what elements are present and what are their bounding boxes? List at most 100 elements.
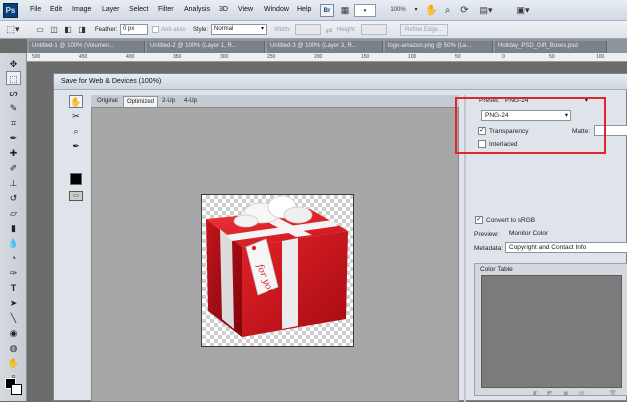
metadata-select[interactable]: Copyright and Contact Info xyxy=(505,242,627,253)
mini-bridge-icon[interactable]: ▦ xyxy=(338,4,352,17)
new-selection-icon[interactable]: ▭ xyxy=(34,23,46,36)
tab-2-up[interactable]: 2-Up xyxy=(159,96,178,107)
ruler-tick: 250 xyxy=(267,54,276,60)
slice-select-icon[interactable]: ✂ xyxy=(69,110,83,123)
3d-rotate-icon[interactable]: ◉ xyxy=(6,326,21,340)
menu-image[interactable]: Image xyxy=(72,6,91,13)
new-color-icon[interactable]: ▤ xyxy=(579,390,585,397)
rectangular-marquee-icon[interactable]: ⬚ xyxy=(6,71,21,85)
tab-original[interactable]: Original xyxy=(94,96,121,107)
doc-tab[interactable]: Untitled-3 @ 100% (Layer 3, R... xyxy=(267,41,383,53)
menu-edit[interactable]: Edit xyxy=(50,6,62,13)
zoom-dropdown-icon[interactable]: ▾ xyxy=(412,4,420,17)
view-extras-icon[interactable]: ▾ xyxy=(354,4,376,17)
gradient-tool-icon[interactable]: ▮ xyxy=(6,221,21,235)
ruler-tick: 450 xyxy=(79,54,88,60)
dialog-title: Save for Web & Devices (100%) xyxy=(54,74,627,90)
clone-stamp-icon[interactable]: ⊥ xyxy=(6,176,21,190)
menu-help[interactable]: Help xyxy=(297,6,311,13)
ruler-tick: 100 xyxy=(596,54,605,60)
bridge-icon[interactable]: Br xyxy=(320,4,334,17)
menu-layer[interactable]: Layer xyxy=(102,6,120,13)
ruler-tick: 500 xyxy=(32,54,41,60)
doc-tab[interactable]: Holiday_PSD_Gift_Boxes.psd xyxy=(495,41,607,53)
height-label: Height: xyxy=(337,27,357,33)
color-table-swatch-area[interactable] xyxy=(481,275,622,388)
dodge-tool-icon[interactable]: ◔ xyxy=(6,251,21,265)
zoom-tool-icon[interactable]: ⌕ xyxy=(69,125,83,138)
hand-tool-icon[interactable]: ✋ xyxy=(69,95,83,108)
photoshop-logo: Ps xyxy=(3,3,18,18)
path-selection-icon[interactable]: ➤ xyxy=(6,296,21,310)
image-preview: for you xyxy=(201,194,354,347)
pen-tool-icon[interactable]: ✑ xyxy=(6,266,21,280)
shift-web-palette-icon[interactable]: ◩ xyxy=(547,390,553,397)
type-tool-icon[interactable]: T xyxy=(6,281,21,295)
chevron-down-icon: ▾ xyxy=(260,26,264,32)
menu-bar: Ps File Edit Image Layer Select Filter A… xyxy=(0,0,627,21)
intersect-selection-icon[interactable]: ◨ xyxy=(76,23,88,36)
hand-tool-icon[interactable]: ✋ xyxy=(6,356,21,370)
annotation-highlight-box xyxy=(455,97,606,154)
screen-mode-icon[interactable]: ▣▾ xyxy=(512,4,534,17)
style-select[interactable]: Normal ▾ xyxy=(211,24,267,35)
doc-tab[interactable]: Untitled-2 @ 100% (Layer 1, R... xyxy=(147,41,265,53)
eyedropper-tool-icon[interactable]: ✒ xyxy=(6,131,21,145)
zoom-tool-icon[interactable]: ⌕ xyxy=(441,4,454,17)
subtract-selection-icon[interactable]: ◧ xyxy=(62,23,74,36)
horizontal-ruler: 500 450 400 350 300 250 200 150 100 50 0… xyxy=(27,53,627,62)
add-selection-icon[interactable]: ◫ xyxy=(48,23,60,36)
refine-edge-button[interactable]: Refine Edge... xyxy=(400,24,448,36)
menu-select[interactable]: Select xyxy=(129,6,148,13)
blur-tool-icon[interactable]: 💧 xyxy=(6,236,21,250)
background-color-swatch[interactable] xyxy=(11,384,22,395)
convert-srgb-checkbox[interactable]: ✓ xyxy=(475,216,483,224)
lock-color-icon[interactable]: ▣ xyxy=(563,390,569,397)
save-for-web-dialog: Save for Web & Devices (100%) ✋ ✂ ⌕ ✒ ▭ … xyxy=(53,73,627,402)
ruler-tick: 200 xyxy=(314,54,323,60)
gift-box-image: for you xyxy=(206,195,348,337)
toggle-slices-icon[interactable]: ▭ xyxy=(69,191,83,201)
tab-optimized[interactable]: Optimized xyxy=(123,96,159,107)
antialias-label: Anti-alias xyxy=(161,27,186,33)
feather-label: Feather: xyxy=(95,27,118,33)
doc-tab[interactable]: logo-amazon.png @ 50% (La... xyxy=(385,41,493,53)
marquee-preset-icon[interactable]: ⬚▾ xyxy=(6,23,20,36)
line-tool-icon[interactable]: ╲ xyxy=(6,311,21,325)
crop-tool-icon[interactable]: ⌗ xyxy=(6,116,21,130)
delete-color-icon[interactable]: 🗑 xyxy=(609,390,617,397)
tab-4-up[interactable]: 4-Up xyxy=(181,96,200,107)
arrange-documents-icon[interactable]: ▤▾ xyxy=(477,4,495,17)
rotate-view-icon[interactable]: ⟳ xyxy=(458,4,471,17)
width-input[interactable] xyxy=(295,24,321,35)
menu-view[interactable]: View xyxy=(238,6,253,13)
preview-canvas[interactable]: for you xyxy=(91,107,459,402)
ruler-tick: 0 xyxy=(502,54,505,60)
hand-tool-icon[interactable]: ✋ xyxy=(425,4,438,17)
menu-window[interactable]: Window xyxy=(264,6,289,13)
ruler-tick: 400 xyxy=(126,54,135,60)
menu-analysis[interactable]: Analysis xyxy=(184,6,210,13)
quick-selection-icon[interactable]: ✎ xyxy=(6,101,21,115)
doc-tab[interactable]: Untitled-1 @ 100% (Volumen... xyxy=(29,41,145,53)
ruler-tick: 50 xyxy=(455,54,461,60)
history-brush-icon[interactable]: ↺ xyxy=(6,191,21,205)
lasso-tool-icon[interactable]: ᔕ xyxy=(6,86,21,100)
swap-dimensions-icon[interactable]: ⇄ xyxy=(324,24,334,37)
map-color-icon[interactable]: ◧ xyxy=(533,390,539,397)
height-input[interactable] xyxy=(361,24,387,35)
healing-brush-icon[interactable]: ✚ xyxy=(6,146,21,160)
move-tool-icon[interactable]: ✥ xyxy=(6,57,21,71)
menu-filter[interactable]: Filter xyxy=(158,6,174,13)
preview-select[interactable]: Monitor Color xyxy=(505,228,627,239)
3d-orbit-icon[interactable]: ◍ xyxy=(6,341,21,355)
zoom-level[interactable]: 100% xyxy=(384,4,412,17)
eraser-tool-icon[interactable]: ▱ xyxy=(6,206,21,220)
menu-file[interactable]: File xyxy=(30,6,41,13)
brush-tool-icon[interactable]: ✐ xyxy=(6,161,21,175)
antialias-checkbox[interactable] xyxy=(152,26,159,33)
eyedropper-color-swatch[interactable] xyxy=(70,173,82,185)
eyedropper-tool-icon[interactable]: ✒ xyxy=(69,140,83,153)
feather-input[interactable]: 0 px xyxy=(120,24,148,35)
menu-3d[interactable]: 3D xyxy=(219,6,228,13)
